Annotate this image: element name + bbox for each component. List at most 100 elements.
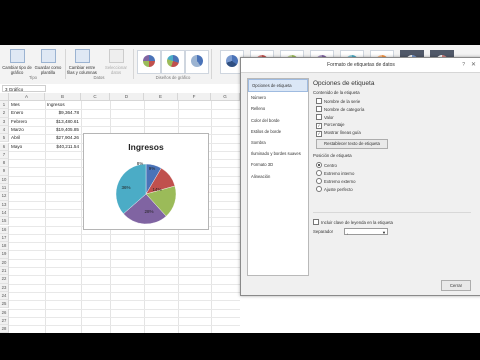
cell-value[interactable]: $13,480.61: [45, 118, 79, 126]
row-header[interactable]: 19: [0, 250, 9, 259]
checkbox-label: Mostrar líneas guía: [324, 130, 361, 135]
column-header-g[interactable]: G: [211, 93, 240, 101]
row-header[interactable]: 22: [0, 275, 9, 284]
reset-label-text-button[interactable]: Restablecer texto de etiqueta: [316, 139, 388, 149]
nav-item-fill[interactable]: Relleno: [248, 103, 308, 114]
row-header[interactable]: 3: [0, 117, 9, 126]
nav-item-number[interactable]: Número: [248, 92, 308, 103]
checkbox-percentage[interactable]: ✓ Porcentaje: [316, 122, 345, 129]
ribbon-separator: [65, 49, 66, 79]
row-header[interactable]: 16: [0, 225, 9, 234]
cell-value[interactable]: $9,364.78: [45, 109, 79, 117]
row-header[interactable]: 14: [0, 208, 9, 218]
row-header[interactable]: 2: [0, 109, 9, 118]
checkbox-legend-key[interactable]: Incluir clave de leyenda en la etiqueta: [313, 219, 393, 225]
column-header-f[interactable]: F: [178, 93, 211, 101]
column-header-e[interactable]: E: [144, 93, 178, 101]
close-button[interactable]: Cerrar: [441, 280, 471, 291]
data-label-mar[interactable]: 8%: [137, 161, 144, 166]
change-chart-type-label: Cambiar tipo de gráfico: [2, 65, 32, 75]
save-template-button[interactable]: Guardar como plantilla: [33, 49, 63, 75]
data-label-apr[interactable]: 9%: [149, 166, 156, 171]
radio-outside-end[interactable]: Extremo externo: [316, 178, 356, 184]
radio-center[interactable]: Centro: [316, 162, 337, 168]
label-position-heading: Posición de etiqueta: [313, 153, 352, 158]
cell-month[interactable]: Enero: [11, 109, 23, 117]
nav-item-3d-format[interactable]: Formato 3D: [248, 159, 308, 170]
nav-item-border-styles[interactable]: Estilos de borde: [248, 126, 308, 137]
checkbox-series-name[interactable]: Nombre de la serie: [316, 98, 360, 104]
dialog-nav: Opciones de etiqueta Número Relleno Colo…: [247, 78, 309, 276]
row-header[interactable]: 15: [0, 217, 9, 226]
help-button[interactable]: ?: [462, 58, 465, 72]
nav-item-glow-soft-edges[interactable]: Iluminado y bordes suaves: [248, 148, 308, 159]
cell-value[interactable]: $40,211.54: [45, 143, 79, 151]
row-header[interactable]: 8: [0, 159, 9, 168]
cell-month[interactable]: Abril: [11, 134, 20, 142]
group-label-datos: Datos: [93, 75, 105, 80]
row-header[interactable]: 4: [0, 125, 9, 135]
row-header[interactable]: 7: [0, 150, 9, 160]
row-header[interactable]: 26: [0, 308, 9, 317]
chart-layout-2[interactable]: [161, 50, 185, 74]
row-header[interactable]: 21: [0, 267, 9, 276]
row-header[interactable]: 12: [0, 192, 9, 201]
row-header[interactable]: 23: [0, 283, 9, 292]
name-box[interactable]: 3 Gráfico: [2, 85, 46, 92]
change-chart-type-button[interactable]: Cambiar tipo de gráfico: [2, 49, 32, 75]
row-header[interactable]: 5: [0, 134, 9, 143]
select-all-corner[interactable]: [0, 93, 9, 101]
data-label-28[interactable]: 28%: [144, 209, 153, 214]
row-header[interactable]: 18: [0, 242, 9, 251]
cell-month[interactable]: Marzo: [11, 126, 24, 134]
column-header-c[interactable]: C: [81, 93, 110, 101]
chart-layout-3[interactable]: [185, 50, 209, 74]
radio-inside-end[interactable]: Extremo interno: [316, 170, 354, 176]
cell-value[interactable]: $27,904.26: [45, 134, 79, 142]
checkbox-label: Nombre de categoría: [324, 107, 365, 112]
row-header[interactable]: 13: [0, 200, 9, 209]
radio-best-fit[interactable]: Ajuste perfecto: [316, 186, 353, 192]
data-label-14[interactable]: 14%: [152, 187, 161, 192]
row-header[interactable]: 17: [0, 233, 9, 243]
column-header-a[interactable]: A: [9, 93, 45, 101]
chart-object[interactable]: Ingresos 14% 28% 36% 8% 9%: [83, 133, 209, 230]
data-label-36[interactable]: 36%: [121, 185, 130, 190]
row-header[interactable]: 1: [0, 101, 9, 110]
close-icon[interactable]: ✕: [471, 58, 476, 72]
switch-row-column-button[interactable]: Cambiar entre filas y columnas: [67, 49, 97, 75]
checkbox-value[interactable]: Valor: [316, 114, 334, 120]
pane-title: Opciones de etiqueta: [313, 80, 375, 87]
row-header[interactable]: 27: [0, 316, 9, 326]
row-header[interactable]: 10: [0, 175, 9, 184]
row-header[interactable]: 24: [0, 291, 9, 301]
row-header[interactable]: 20: [0, 258, 9, 267]
checkbox-box: [316, 106, 322, 112]
checkbox-category-name[interactable]: Nombre de categoría: [316, 106, 364, 112]
row-header[interactable]: 28: [0, 325, 9, 333]
gridline: [9, 117, 240, 119]
row-header[interactable]: 25: [0, 300, 9, 309]
separator-select[interactable]: , ▼: [344, 228, 388, 235]
nav-item-border-color[interactable]: Color del borde: [248, 115, 308, 126]
column-header-d[interactable]: D: [110, 93, 144, 101]
row-header[interactable]: 6: [0, 142, 9, 151]
nav-item-shadow[interactable]: Sombra: [248, 137, 308, 148]
gridline: [9, 300, 240, 302]
column-header-b[interactable]: B: [45, 93, 81, 101]
nav-item-label-options[interactable]: Opciones de etiqueta: [248, 79, 308, 93]
row-header[interactable]: 11: [0, 184, 9, 193]
cell-b1[interactable]: Ingresos: [47, 101, 65, 109]
gridline: [9, 242, 240, 244]
checkbox-leader-lines[interactable]: ✓ Mostrar líneas guía: [316, 130, 361, 137]
gridline: [9, 316, 240, 318]
nav-item-alignment[interactable]: Alineación: [248, 171, 308, 182]
chart-layout-1[interactable]: [137, 50, 161, 74]
select-data-button[interactable]: Seleccionar datos: [101, 49, 131, 75]
checkbox-label: Incluir clave de leyenda en la etiqueta: [321, 220, 393, 225]
cell-a1[interactable]: Mes: [11, 101, 20, 109]
cell-month[interactable]: Mayo: [11, 143, 22, 151]
cell-value[interactable]: $19,405.85: [45, 126, 79, 134]
row-header[interactable]: 9: [0, 167, 9, 176]
cell-month[interactable]: Febrero: [11, 118, 27, 126]
